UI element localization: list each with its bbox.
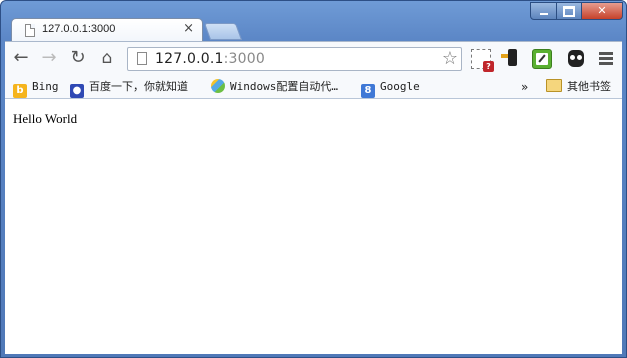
bookmarks-bar: b Bing ● 百度一下，你就知道 Windows配置自动代… 8 Google »… bbox=[5, 76, 622, 99]
bookmark-baidu[interactable]: ● 百度一下，你就知道 bbox=[70, 79, 188, 98]
url-text[interactable]: 127.0.0.1:3000 bbox=[155, 51, 265, 67]
bing-icon: b bbox=[13, 84, 27, 98]
address-bar[interactable]: 127.0.0.1:3000 ☆ bbox=[127, 47, 462, 71]
phone-push-extension-icon[interactable] bbox=[501, 49, 521, 69]
new-tab-button[interactable] bbox=[203, 23, 243, 40]
tab-active[interactable]: 127.0.0.1:3000 × bbox=[11, 18, 203, 42]
forward-arrow-icon: → bbox=[41, 47, 57, 68]
page-icon bbox=[137, 52, 147, 65]
minimize-button[interactable] bbox=[530, 2, 557, 20]
bookmark-google[interactable]: 8 Google bbox=[361, 79, 420, 98]
google-icon: 8 bbox=[361, 84, 375, 98]
bookmarks-overflow-chevron[interactable]: » bbox=[521, 79, 528, 95]
bookmark-label: Bing bbox=[32, 80, 59, 93]
browser-window: 127.0.0.1:3000 × ✕ ← → ↻ ⌂ 127.0.0.1:300… bbox=[0, 0, 627, 358]
page-icon bbox=[25, 24, 35, 37]
tab-title: 127.0.0.1:3000 bbox=[42, 23, 116, 35]
question-badge-icon: ? bbox=[483, 61, 494, 72]
reload-button[interactable]: ↻ bbox=[67, 47, 89, 69]
home-button[interactable]: ⌂ bbox=[96, 47, 118, 69]
forward-button[interactable]: → bbox=[38, 47, 60, 69]
windows-pinwheel-icon bbox=[211, 79, 225, 93]
maximize-button[interactable] bbox=[556, 2, 582, 20]
evernote-clip-extension-icon[interactable] bbox=[532, 49, 552, 69]
close-button[interactable]: ✕ bbox=[581, 2, 623, 20]
folder-label: 其他书签 bbox=[567, 80, 611, 93]
minimize-icon bbox=[539, 13, 548, 15]
back-button[interactable]: ← bbox=[10, 47, 32, 69]
back-arrow-icon: ← bbox=[13, 47, 29, 68]
close-icon: ✕ bbox=[597, 4, 607, 17]
bookmark-label: Windows配置自动代… bbox=[230, 80, 338, 93]
bookmark-label: 百度一下，你就知道 bbox=[89, 80, 188, 93]
baidu-paw-icon: ● bbox=[70, 84, 84, 98]
url-port: :3000 bbox=[223, 51, 265, 67]
title-bar[interactable]: 127.0.0.1:3000 × ✕ bbox=[1, 1, 626, 42]
bookmark-windows-proxy[interactable]: Windows配置自动代… bbox=[211, 79, 338, 95]
url-host: 127.0.0.1 bbox=[155, 51, 224, 67]
menu-icon[interactable] bbox=[599, 52, 613, 67]
navigation-toolbar: ← → ↻ ⌂ 127.0.0.1:3000 ☆ ? bbox=[5, 41, 622, 77]
bookmark-bing[interactable]: b Bing bbox=[13, 79, 59, 98]
qr-code-extension-icon[interactable]: ? bbox=[471, 49, 494, 72]
tab-close-icon[interactable]: × bbox=[183, 21, 194, 36]
bookmark-label: Google bbox=[380, 80, 420, 93]
folder-icon bbox=[546, 79, 562, 92]
other-bookmarks-folder[interactable]: 其他书签 bbox=[546, 79, 611, 95]
page-content: Hello World bbox=[5, 99, 622, 354]
owl-extension-icon[interactable] bbox=[566, 49, 586, 69]
home-icon: ⌂ bbox=[101, 48, 113, 68]
page-body-text: Hello World bbox=[13, 111, 78, 126]
reload-icon: ↻ bbox=[70, 47, 86, 68]
bookmark-star-icon[interactable]: ☆ bbox=[442, 49, 458, 69]
maximize-icon bbox=[563, 6, 575, 17]
